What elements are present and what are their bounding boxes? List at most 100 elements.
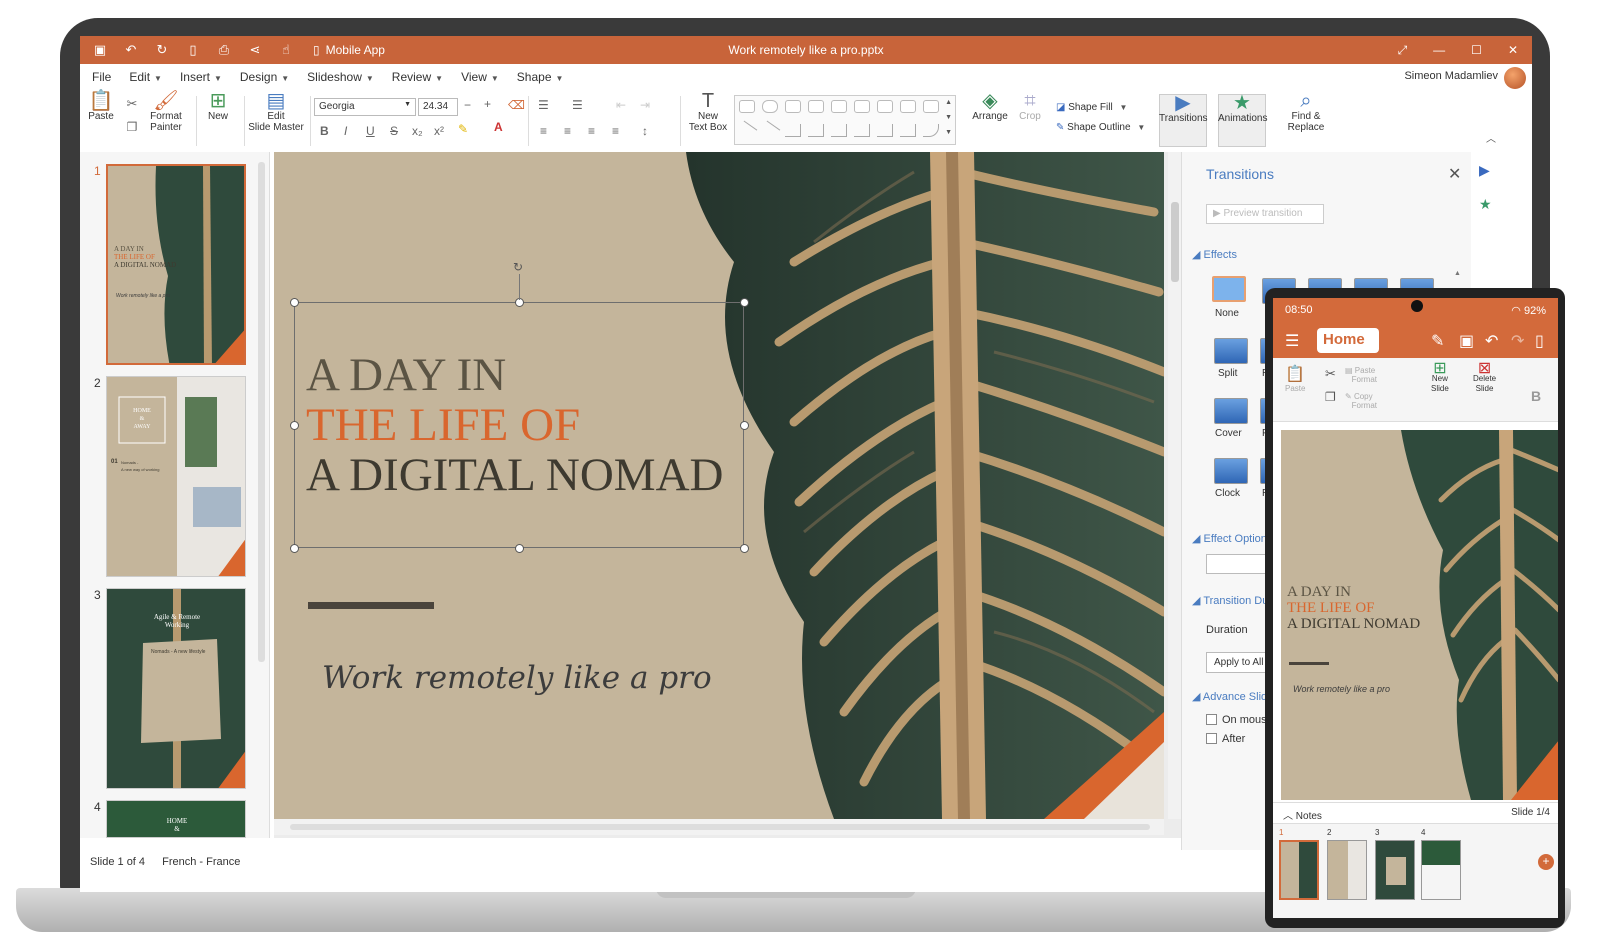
align-center-icon[interactable]: ≡ — [564, 124, 571, 138]
gallery-more-icon[interactable]: ▼ — [945, 129, 952, 136]
edit-slide-master-button[interactable]: ▤ Edit Slide Master — [248, 91, 304, 133]
paste-button[interactable]: 📋 Paste — [88, 91, 114, 122]
undo-icon[interactable]: ↶ — [1485, 331, 1498, 351]
add-slide-icon[interactable]: + — [1538, 854, 1554, 870]
copy-icon[interactable]: ❐ — [1325, 390, 1336, 404]
hamburger-menu-icon[interactable]: ☰ — [1285, 331, 1299, 351]
shape-elbow6[interactable] — [900, 124, 916, 137]
menu-view[interactable]: View ▼ — [461, 70, 499, 84]
phone-delete-slide-button[interactable]: ⊠ Delete Slide — [1473, 361, 1496, 394]
phone-copy-format-button[interactable]: ✎ Copy Format — [1345, 392, 1377, 410]
decrease-indent-icon[interactable]: ⇤ — [616, 98, 626, 112]
slide-vertical-scrollbar[interactable] — [1168, 152, 1182, 819]
phone-notes-bar[interactable]: ︿ Notes Slide 1/4 — [1273, 802, 1558, 824]
transition-none[interactable] — [1212, 276, 1246, 302]
effects-section[interactable]: ◢ Effects — [1192, 248, 1237, 261]
preview-transition-button[interactable]: ▶ Preview transition — [1206, 204, 1324, 224]
redo-icon[interactable]: ↷ — [1511, 331, 1524, 351]
resize-handle-tr[interactable] — [740, 298, 749, 307]
arrange-button[interactable]: ◈ Arrange — [968, 91, 1012, 122]
slide-subtitle[interactable]: Work remotely like a pro — [322, 660, 712, 696]
resize-handle-br[interactable] — [740, 544, 749, 553]
resize-handle-r[interactable] — [740, 421, 749, 430]
save-icon[interactable]: ▣ — [1459, 331, 1474, 351]
close-icon[interactable]: ✕ — [1508, 43, 1518, 57]
find-replace-button[interactable]: ⌕ Find & Replace — [1282, 91, 1330, 133]
shapes-gallery[interactable]: ▲ ▼ ▼ — [734, 95, 956, 145]
effect-options-section[interactable]: ◢ Effect Options — [1192, 532, 1272, 545]
increase-font-icon[interactable]: + — [484, 97, 491, 111]
phone-paste-button[interactable]: 📋 Paste — [1285, 364, 1305, 393]
main-slide[interactable]: A DAY IN THE LIFE OF A DIGITAL NOMAD ↻ W… — [274, 152, 1164, 819]
apply-to-all-button[interactable]: Apply to All — [1206, 652, 1272, 673]
shape-elbow[interactable] — [785, 124, 801, 137]
animations-pane-icon[interactable]: ★ — [1479, 196, 1492, 213]
menu-shape[interactable]: Shape ▼ — [517, 70, 564, 84]
user-name[interactable]: Simeon Madamliev — [1404, 70, 1498, 82]
slide-thumbnail-1[interactable]: A DAY IN THE LIFE OF A DIGITAL NOMAD Wor… — [106, 164, 246, 365]
gallery-scroll-down-icon[interactable]: ▼ — [945, 114, 952, 121]
hscroll-thumb[interactable] — [290, 824, 1150, 830]
slide-thumbnail-2[interactable]: HOME & AWAY 01 Nomads - A new way of worki… — [106, 376, 246, 577]
after-checkbox[interactable] — [1206, 733, 1217, 744]
increase-indent-icon[interactable]: ⇥ — [640, 98, 650, 112]
on-mouse-checkbox[interactable] — [1206, 714, 1217, 725]
bullets-icon[interactable]: ☰ — [538, 98, 549, 112]
rotate-handle-icon[interactable]: ↻ — [513, 260, 523, 274]
language-indicator[interactable]: French - France — [162, 856, 240, 868]
shape-frame[interactable] — [877, 100, 893, 113]
shape-elbow5[interactable] — [877, 124, 893, 137]
phone-thumb-1[interactable] — [1279, 840, 1319, 900]
menu-slideshow[interactable]: Slideshow ▼ — [307, 70, 374, 84]
scissors-icon[interactable]: ✂ — [1325, 366, 1336, 382]
scroll-up-icon[interactable]: ▲ — [1454, 270, 1461, 277]
shape-fill-button[interactable]: ◪ Shape Fill ▼ — [1056, 102, 1146, 113]
shape-elbow2[interactable] — [808, 124, 824, 137]
transitions-pane-icon[interactable]: ▶ — [1479, 162, 1490, 179]
thumbnail-scrollbar[interactable] — [258, 162, 265, 662]
menu-edit[interactable]: Edit ▼ — [129, 70, 162, 84]
resize-handle-bl[interactable] — [290, 544, 299, 553]
minimize-icon[interactable]: — — [1433, 43, 1445, 57]
shape-bevel[interactable] — [900, 100, 916, 113]
numbering-icon[interactable]: ☰ — [572, 98, 583, 112]
resize-handle-tl[interactable] — [290, 298, 299, 307]
maximize-icon[interactable]: ☐ — [1471, 43, 1482, 57]
new-slide-button[interactable]: ⊞ New — [200, 91, 236, 122]
font-color-icon[interactable]: A — [494, 120, 503, 134]
copy-button[interactable]: ❐ — [124, 121, 140, 134]
animations-button[interactable]: ★ Animations — [1218, 93, 1267, 124]
shape-curve[interactable] — [923, 124, 939, 137]
menu-file[interactable]: File — [92, 70, 111, 84]
shape-outline-button[interactable]: ✎ Shape Outline ▼ — [1056, 122, 1146, 133]
clear-format-icon[interactable]: ⌫ — [508, 98, 525, 112]
edit-mode-icon[interactable]: ✎ — [1431, 331, 1444, 351]
bold-icon[interactable]: B — [320, 124, 329, 138]
resize-handle-b[interactable] — [515, 544, 524, 553]
scroll-thumb[interactable] — [1171, 202, 1179, 282]
line-spacing-icon[interactable]: ↕ — [642, 124, 648, 138]
menu-insert[interactable]: Insert ▼ — [180, 70, 222, 84]
phone-thumb-4[interactable] — [1421, 840, 1461, 900]
justify-icon[interactable]: ≡ — [612, 124, 619, 138]
home-tab-select[interactable]: Home ▼ — [1317, 328, 1379, 363]
read-mode-icon[interactable]: ▯ — [1535, 331, 1544, 351]
phone-paste-format-button[interactable]: ▤ Paste Format — [1345, 366, 1377, 384]
shape-arrow[interactable] — [759, 120, 781, 141]
transition-cover[interactable] — [1214, 398, 1248, 424]
new-text-box-button[interactable]: T New Text Box — [686, 91, 730, 133]
shape-rounded[interactable] — [762, 100, 778, 113]
font-family-select[interactable]: Georgia ▼ — [314, 98, 416, 116]
shape-elbow3[interactable] — [831, 124, 847, 137]
close-icon[interactable]: ✕ — [1448, 164, 1461, 184]
phone-thumb-3[interactable] — [1375, 840, 1415, 900]
menu-review[interactable]: Review ▼ — [392, 70, 443, 84]
transitions-button[interactable]: ▶ Transitions — [1159, 93, 1208, 124]
slide-thumbnail-4[interactable]: HOME & — [106, 800, 246, 838]
highlight-icon[interactable]: ✎ — [458, 122, 468, 136]
strikethrough-icon[interactable]: S — [390, 124, 398, 138]
phone-thumb-2[interactable] — [1327, 840, 1367, 900]
shape-snip[interactable] — [785, 100, 801, 113]
subscript-icon[interactable]: x₂ — [412, 124, 423, 138]
fullscreen-icon[interactable]: ⤢ — [1398, 43, 1408, 58]
